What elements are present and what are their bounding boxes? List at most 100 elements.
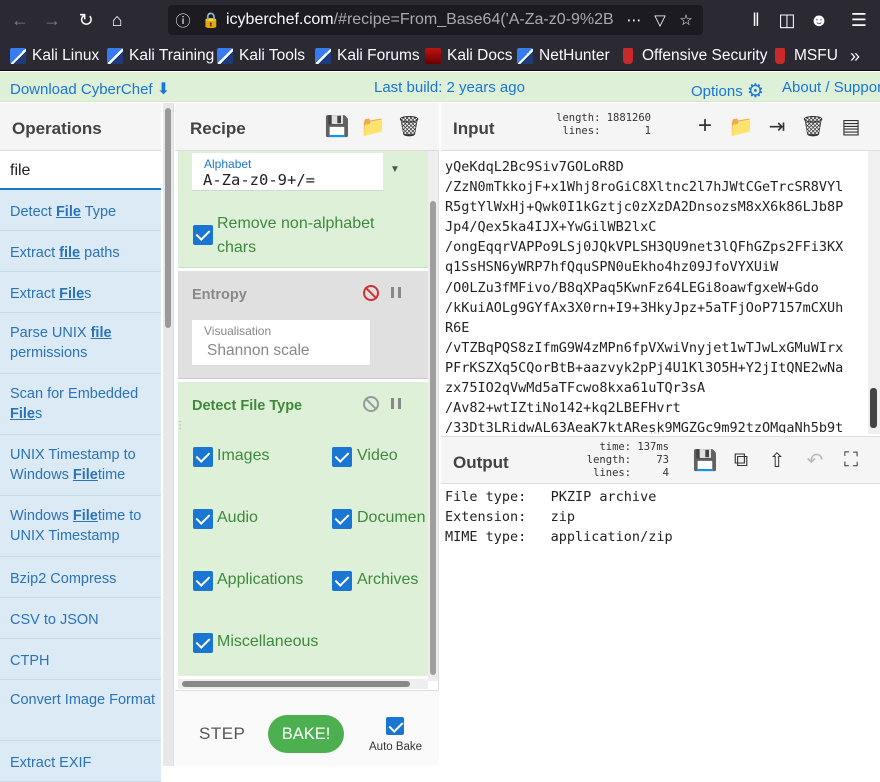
pocket-icon[interactable]: ▽	[649, 9, 671, 31]
pause-icon[interactable]	[391, 287, 401, 298]
info-icon[interactable]: ⓘ	[172, 9, 194, 31]
operation-item[interactable]: CTPH	[0, 639, 161, 680]
sidebar-icon[interactable]: ◫	[773, 6, 801, 34]
back-icon[interactable]: ←	[6, 6, 34, 34]
audio-checkbox[interactable]	[193, 509, 213, 529]
alphabet-select[interactable]: Alphabet A-Za-z0-9+/=	[192, 153, 383, 191]
video-checkbox[interactable]	[332, 447, 352, 467]
bookmark-kali-linux[interactable]: Kali Linux	[10, 46, 99, 66]
archives-checkbox[interactable]	[332, 571, 352, 591]
operation-label-post: s	[34, 406, 43, 422]
operation-item[interactable]: Extract Files	[0, 272, 161, 313]
add-input-icon[interactable]: +	[693, 112, 717, 139]
bookmark-star-icon[interactable]: ☆	[675, 9, 697, 31]
images-checkbox[interactable]	[193, 447, 213, 467]
operation-label-post: s	[84, 286, 92, 302]
output-length: 73	[656, 454, 669, 466]
open-file-icon[interactable]: ⇥	[765, 114, 789, 138]
applications-checkbox[interactable]	[193, 571, 213, 591]
bookmark-msfu[interactable]: MSFU	[772, 46, 838, 66]
clear-recipe-icon[interactable]: 🗑	[396, 114, 421, 138]
save-output-icon[interactable]: 💾	[693, 448, 718, 472]
auto-bake-checkbox[interactable]	[386, 717, 404, 735]
kali-icon	[517, 48, 533, 64]
operation-item[interactable]: Detect File Type	[0, 190, 161, 231]
undo-icon[interactable]: ↶	[803, 448, 827, 472]
page-actions-icon[interactable]: ⋯	[623, 9, 645, 31]
bookmarks-bar: Kali Linux Kali Training Kali Tools Kali…	[0, 40, 880, 71]
recipe-scroll-thumb[interactable]	[430, 201, 436, 675]
options-link[interactable]: Options ⚙	[691, 79, 764, 102]
url-text[interactable]: icyberchef.com/#recipe=From_Base64('A-Za…	[226, 11, 626, 29]
download-link[interactable]: Download CyberChef ⬇	[10, 79, 170, 99]
disable-icon[interactable]	[363, 285, 379, 301]
operation-item[interactable]: Windows Filetime to UNIX Timestamp	[0, 496, 161, 557]
input-length: 1881260	[606, 112, 651, 124]
about-link[interactable]: About / Support	[782, 79, 880, 96]
bookmark-kali-forums[interactable]: Kali Forums	[315, 46, 420, 66]
pause-icon[interactable]	[391, 398, 401, 409]
operation-item[interactable]: Extract file paths	[0, 231, 161, 272]
recipe-horizontal-thumb[interactable]	[182, 681, 410, 687]
menu-icon[interactable]: ☰	[845, 6, 873, 34]
input-scroll-thumb[interactable]	[870, 388, 877, 428]
bake-button[interactable]: BAKE!	[268, 715, 344, 753]
reload-icon[interactable]: ↻	[72, 6, 100, 34]
archives-label: Archives	[357, 571, 419, 588]
operation-item[interactable]: Convert Image Format	[0, 680, 161, 741]
bookmark-offensive-security[interactable]: Offensive Security	[620, 46, 768, 66]
bookmark-label: Kali Linux	[32, 47, 100, 64]
detect-file-type-operation[interactable]: Detect File Type Images Video Audio Docu…	[178, 382, 428, 676]
account-icon[interactable]: ☻	[805, 6, 833, 34]
output-stats: time: 137ms length: 73 lines: 4	[571, 441, 669, 480]
input-lines-row: lines: 1	[551, 125, 651, 138]
disable-icon[interactable]	[363, 396, 379, 412]
operation-item[interactable]: Scan for Embedded Files	[0, 374, 161, 435]
output-pane: Output time: 137ms length: 73 lines: 4 💾…	[441, 436, 880, 766]
pane-resize-handle[interactable]: ⋯	[174, 420, 185, 431]
entropy-operation[interactable]: Entropy Visualisation Shannon scale	[178, 271, 428, 379]
library-icon[interactable]: ‖	[742, 6, 770, 34]
operations-search-input[interactable]: file	[0, 151, 161, 190]
open-folder-icon[interactable]: 📁	[729, 114, 754, 138]
replace-input-icon[interactable]: ⇧	[765, 448, 789, 472]
operations-scroll-thumb[interactable]	[165, 108, 171, 328]
insecure-lock-icon[interactable]: 🔒	[200, 9, 222, 31]
load-recipe-icon[interactable]: 📁	[361, 114, 386, 138]
visualisation-select[interactable]: Visualisation Shannon scale	[192, 320, 370, 366]
bookmark-kali-tools[interactable]: Kali Tools	[217, 46, 305, 66]
output-time-label: time:	[599, 441, 632, 453]
operation-item[interactable]: Parse UNIX file permissions	[0, 313, 161, 374]
operation-item[interactable]: UNIX Timestamp to Windows Filetime	[0, 435, 161, 496]
documents-checkbox[interactable]	[332, 509, 352, 529]
output-text[interactable]: File type: PKZIP archive Extension: zip …	[445, 487, 673, 547]
bookmarks-overflow-icon[interactable]: »	[850, 46, 860, 66]
msfu-icon	[775, 48, 785, 64]
from-base64-operation[interactable]: Alphabet A-Za-z0-9+/= ▼ Remove non-alpha…	[178, 151, 428, 268]
miscellaneous-checkbox[interactable]	[193, 633, 213, 653]
url-bar[interactable]: ⓘ 🔒 icyberchef.com/#recipe=From_Base64('…	[168, 5, 703, 35]
bookmark-label: Kali Docs	[447, 47, 513, 64]
home-icon[interactable]: ⌂	[103, 6, 131, 34]
bookmark-kali-docs[interactable]: Kali Docs	[425, 46, 512, 66]
reset-layout-icon[interactable]: ▤	[839, 114, 863, 138]
remove-non-alphabet-checkbox[interactable]	[193, 225, 213, 245]
copy-output-icon[interactable]: ⧉	[729, 448, 753, 472]
operation-label-post: paths	[80, 245, 120, 261]
operation-item[interactable]: Bzip2 Compress	[0, 557, 161, 598]
kali-icon	[10, 48, 26, 64]
forward-icon[interactable]: →	[38, 6, 66, 34]
maximise-icon[interactable]: ⛶	[839, 448, 863, 472]
bookmark-kali-training[interactable]: Kali Training	[107, 46, 214, 66]
input-textarea[interactable]: yQeKdqL2Bc9Siv7GOLoR8D /ZzN0mTkkojF+x1Wh…	[445, 157, 865, 433]
recipe-header: Recipe 💾 📁 🗑	[175, 103, 439, 151]
save-recipe-icon[interactable]: 💾	[325, 114, 350, 138]
step-button[interactable]: STEP	[199, 724, 245, 744]
bookmark-nethunter[interactable]: NetHunter	[517, 46, 610, 66]
clear-input-icon[interactable]: 🗑	[800, 114, 825, 138]
operation-item[interactable]: CSV to JSON	[0, 598, 161, 639]
chevron-down-icon[interactable]: ▼	[390, 164, 400, 175]
audio-label: Audio	[217, 509, 258, 526]
images-label: Images	[217, 447, 270, 464]
operation-item[interactable]: Extract EXIF	[0, 741, 161, 782]
